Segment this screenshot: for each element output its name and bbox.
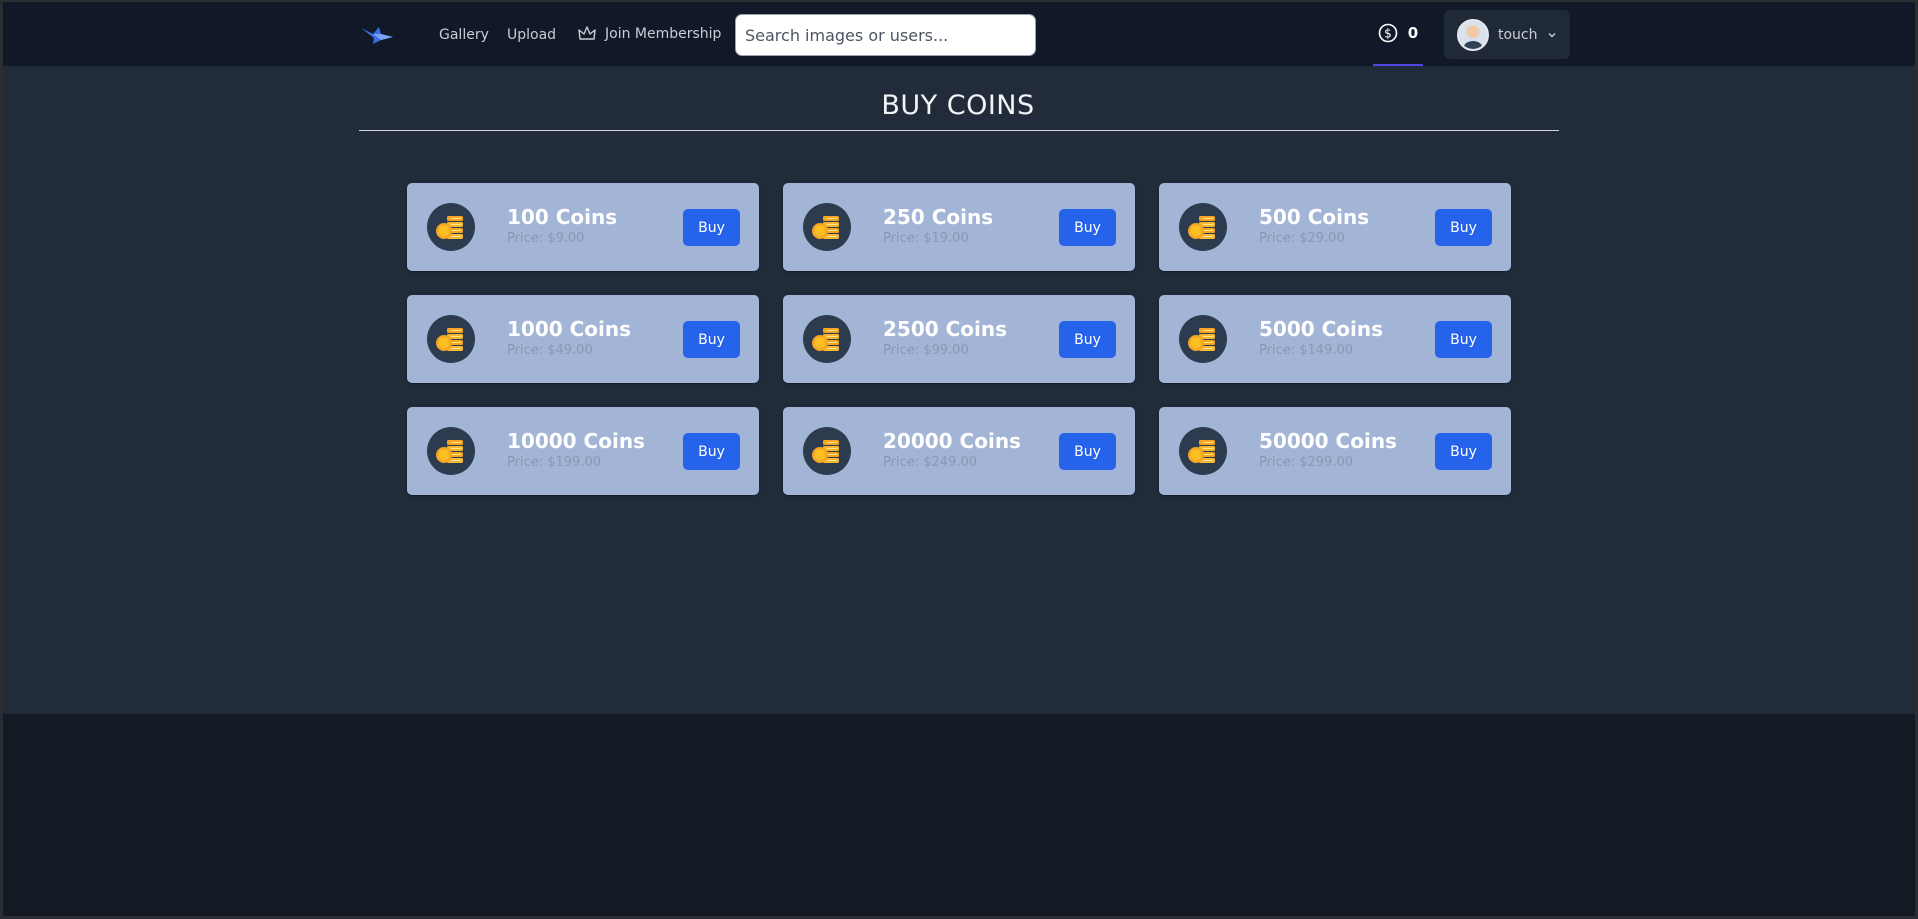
buy-button[interactable]: Buy [683, 321, 740, 358]
package-price: Price: $149.00 [1259, 343, 1353, 358]
package-name: 10000 Coins [507, 429, 645, 453]
nav-upload-link[interactable]: Upload [507, 27, 556, 43]
buy-button[interactable]: Buy [1059, 209, 1116, 246]
crown-icon [578, 26, 596, 40]
package-name: 2500 Coins [883, 317, 1008, 341]
buy-button[interactable]: Buy [1059, 433, 1116, 470]
package-price: Price: $299.00 [1259, 455, 1353, 470]
nav-membership-link[interactable]: Join Membership [577, 24, 721, 44]
coin-package-card: 250 Coins Price: $19.00 Buy [783, 183, 1135, 271]
user-menu-button[interactable]: touch [1444, 10, 1570, 59]
coin-stack-icon [803, 427, 851, 475]
package-name: 1000 Coins [507, 317, 632, 341]
coin-stack-icon [1179, 427, 1227, 475]
coin-stack-icon [427, 203, 475, 251]
package-price: Price: $99.00 [883, 343, 969, 358]
coin-stack-icon [1179, 315, 1227, 363]
coin-package-card: 100 Coins Price: $9.00 Buy [407, 183, 759, 271]
package-price: Price: $49.00 [507, 343, 593, 358]
coin-stack-icon [1179, 203, 1227, 251]
package-name: 50000 Coins [1259, 429, 1397, 453]
bird-logo-icon[interactable] [359, 24, 395, 46]
package-name: 20000 Coins [883, 429, 1021, 453]
buy-button[interactable]: Buy [1435, 433, 1492, 470]
title-divider [359, 130, 1559, 131]
coin-balance[interactable]: $ 0 [1373, 2, 1423, 66]
buy-button[interactable]: Buy [683, 433, 740, 470]
coin-package-card: 1000 Coins Price: $49.00 Buy [407, 295, 759, 383]
nav-membership-label: Join Membership [605, 26, 722, 42]
package-price: Price: $199.00 [507, 455, 601, 470]
coin-package-card: 20000 Coins Price: $249.00 Buy [783, 407, 1135, 495]
package-price: Price: $9.00 [507, 231, 585, 246]
coin-stack-icon [803, 315, 851, 363]
buy-button[interactable]: Buy [1435, 209, 1492, 246]
coin-package-card: 500 Coins Price: $29.00 Buy [1159, 183, 1511, 271]
package-name: 500 Coins [1259, 205, 1370, 229]
username: touch [1498, 26, 1538, 43]
search-input[interactable] [735, 14, 1036, 56]
package-name: 250 Coins [883, 205, 994, 229]
coin-package-card: 5000 Coins Price: $149.00 Buy [1159, 295, 1511, 383]
coin-package-card: 10000 Coins Price: $199.00 Buy [407, 407, 759, 495]
avatar [1457, 18, 1489, 51]
coin-package-card: 2500 Coins Price: $99.00 Buy [783, 295, 1135, 383]
dollar-coin-icon: $ [1378, 23, 1398, 43]
navbar: Gallery Upload Join Membership $ 0 touch [3, 2, 1915, 66]
coin-package-card: 50000 Coins Price: $299.00 Buy [1159, 407, 1511, 495]
coin-stack-icon [803, 203, 851, 251]
package-price: Price: $29.00 [1259, 231, 1345, 246]
coin-stack-icon [427, 427, 475, 475]
coin-stack-icon [427, 315, 475, 363]
coin-balance-value: 0 [1407, 24, 1419, 42]
package-price: Price: $249.00 [883, 455, 977, 470]
main-content: BUY COINS 100 Coins Price: $9.00 Buy 250… [3, 66, 1915, 714]
package-name: 5000 Coins [1259, 317, 1384, 341]
package-price: Price: $19.00 [883, 231, 969, 246]
svg-text:$: $ [1384, 26, 1392, 40]
package-name: 100 Coins [507, 205, 618, 229]
buy-button[interactable]: Buy [1059, 321, 1116, 358]
page-title: BUY COINS [881, 90, 1035, 121]
chevron-down-icon [1548, 32, 1555, 37]
buy-button[interactable]: Buy [1435, 321, 1492, 358]
nav-gallery-link[interactable]: Gallery [439, 27, 489, 43]
buy-button[interactable]: Buy [683, 209, 740, 246]
